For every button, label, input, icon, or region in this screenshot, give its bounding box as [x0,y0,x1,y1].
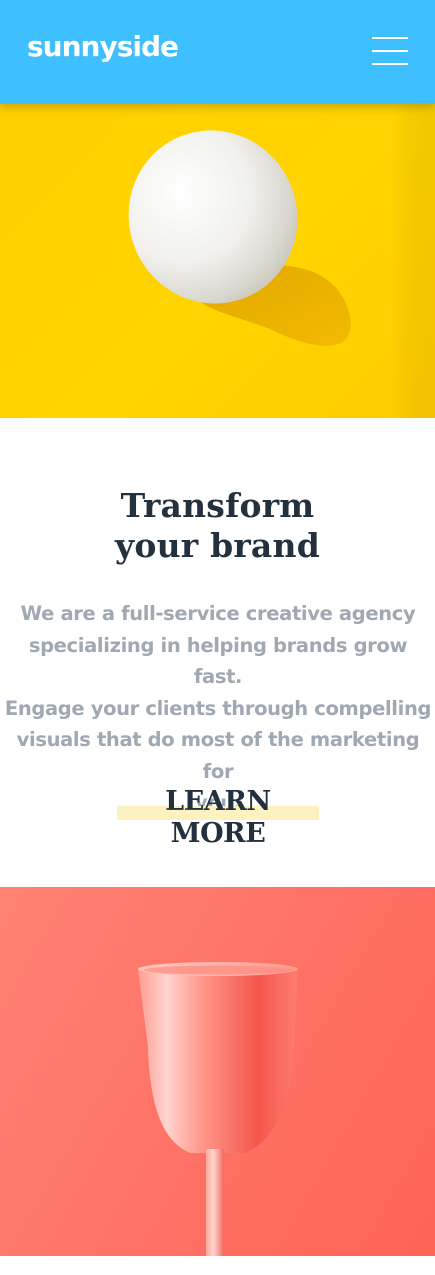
transform-brand-section: Transform your brand We are a full-servi… [0,418,435,887]
description-line-4: visuals that do most of the marketing fo… [16,728,420,783]
site-header: sunnyside [0,0,435,104]
description-line-2: specializing in helping brands grow fast… [28,633,408,689]
glass-illustration [138,962,298,1256]
description-line-3: Engage your clients through compelling [4,696,432,720]
logo[interactable]: sunnyside [27,30,179,63]
learn-more-label: LEARN MORE [165,786,271,849]
description-line-1: We are a full-service creative agency [20,602,416,625]
hamburger-menu-icon[interactable] [372,37,408,65]
glass-hero-image [0,887,435,1256]
headline-line-1: Transform [120,486,315,525]
headline-line-2: your brand [115,526,320,565]
egg-hero-image [0,104,435,418]
egg-illustration [0,104,435,418]
section-headline: Transform your brand [0,486,435,566]
learn-more-link[interactable]: LEARN MORE [117,786,319,849]
